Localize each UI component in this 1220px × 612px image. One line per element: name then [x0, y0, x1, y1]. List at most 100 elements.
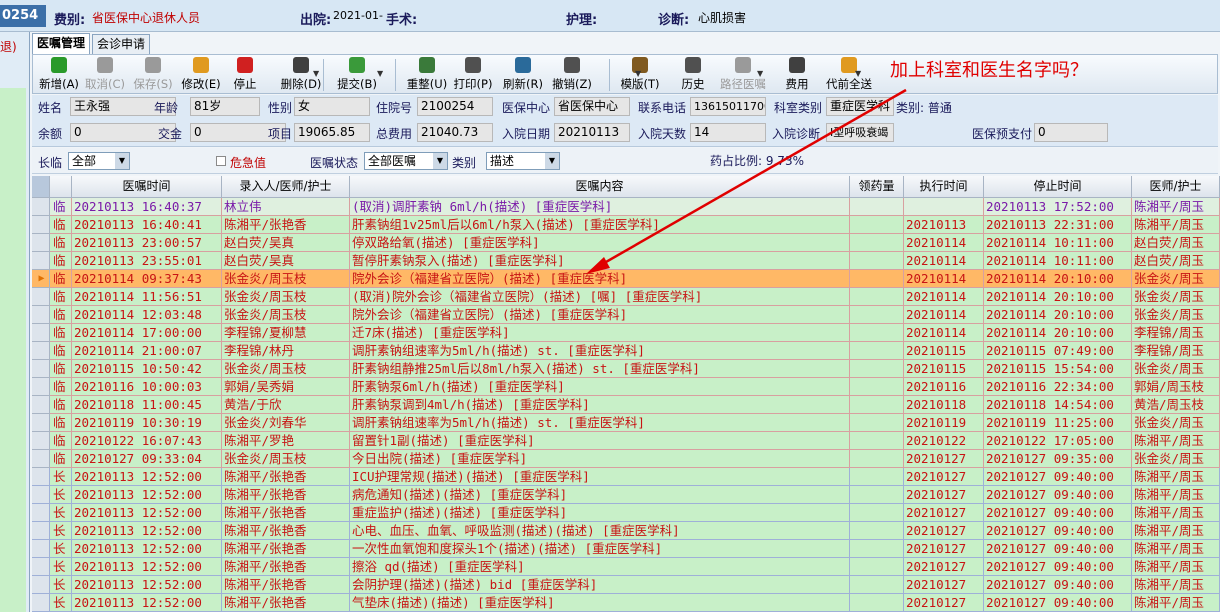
cell-stop: 20210122 17:05:00	[984, 432, 1132, 450]
toolbar-button-6[interactable]: 提交(B)	[335, 57, 379, 93]
table-row[interactable]: 长 20210113 12:52:00 陈湘平/张艳香 会阴护理(描述)(描述) bi…	[32, 576, 1220, 594]
cell-time: 20210113 12:52:00	[72, 504, 222, 522]
cell-time: 20210114 21:00:07	[72, 342, 222, 360]
toolbar-button-8[interactable]: 打印(P)	[451, 57, 495, 93]
cell-entry: 陈湘平/罗艳	[222, 432, 350, 450]
table-row[interactable]: 临 20210114 21:00:07 李程锦/林丹 调肝素钠组速率为5ml/h(描述…	[32, 342, 1220, 360]
table-row[interactable]: 长 20210113 12:52:00 陈湘平/张艳香 病危通知(描述)(描述) [重…	[32, 486, 1220, 504]
cell-exec: 20210127	[904, 558, 984, 576]
table-row[interactable]: 临 20210114 12:03:48 张金炎/周玉枝 院外会诊（福建省立医院）(描述…	[32, 306, 1220, 324]
table-row[interactable]: 长 20210113 12:52:00 陈湘平/张艳香 一次性血氧饱和度探头1个(描述…	[32, 540, 1220, 558]
cell-entry: 张金炎/周玉枝	[222, 270, 350, 288]
dept-type-label: 科室类别	[774, 101, 823, 115]
nursing-label: 护理:	[566, 13, 598, 28]
table-row[interactable]: ▶ 临 20210114 09:37:43 张金炎/周玉枝 院外会诊（福建省立医院）(描…	[32, 270, 1220, 288]
grid-header-qty[interactable]: 领药量	[850, 176, 904, 198]
table-row[interactable]: 临 20210113 16:40:41 陈湘平/张艳香 肝素钠组1v25ml后以6ml…	[32, 216, 1220, 234]
table-row[interactable]: 临 20210115 10:50:42 张金炎/周玉枝 肝素钠组静推25ml后以8ml…	[32, 360, 1220, 378]
grid-header-kind[interactable]	[50, 176, 72, 198]
type-select[interactable]: 描述 ▼	[486, 152, 560, 170]
order-status-select[interactable]: 全部医嘱 ▼	[364, 152, 448, 170]
table-row[interactable]: 临 20210116 10:00:03 郭娟/吴秀娟 肝素钠泵6ml/h(描述) [重…	[32, 378, 1220, 396]
toolbar-button-12[interactable]: 历史	[675, 57, 711, 93]
cell-entry: 陈湘平/张艳香	[222, 540, 350, 558]
cell-content: 肝素钠组静推25ml后以8ml/h泵入(描述) st. [重症医学科]	[350, 360, 850, 378]
cell-entry: 林立伟	[222, 198, 350, 216]
stop-icon	[237, 57, 253, 73]
cell-qty	[850, 198, 904, 216]
table-row[interactable]: 临 20210122 16:07:43 陈湘平/罗艳 留置针1副(描述) [重症医学科…	[32, 432, 1220, 450]
table-row[interactable]: 长 20210113 12:52:00 陈湘平/张艳香 心电、血压、血氧、呼吸监测(描…	[32, 522, 1220, 540]
cell-exec: 20210113	[904, 216, 984, 234]
toolbar-button-7[interactable]: 重整(U)	[405, 57, 449, 93]
chevron-down-icon: ▼	[433, 153, 447, 169]
row-indicator	[32, 504, 50, 522]
grid-header-exec[interactable]: 执行时间	[904, 176, 984, 198]
grid-header-stop[interactable]: 停止时间	[984, 176, 1132, 198]
grid-header-time[interactable]: 医嘱时间	[72, 176, 222, 198]
toolbar-button-10[interactable]: 撤销(Z)	[549, 57, 595, 93]
critical-checkbox[interactable]	[216, 156, 226, 166]
row-indicator	[32, 486, 50, 504]
table-row[interactable]: 临 20210113 16:40:37 林立伟 (取消)调肝素钠 6ml/h(描述) …	[32, 198, 1220, 216]
cell-entry: 陈湘平/张艳香	[222, 468, 350, 486]
table-row[interactable]: 临 20210114 11:56:51 张金炎/周玉枝 (取消)院外会诊（福建省立医院…	[32, 288, 1220, 306]
tab-order-management[interactable]: 医嘱管理	[32, 33, 90, 55]
cell-content: 肝素钠泵6ml/h(描述) [重症医学科]	[350, 378, 850, 396]
admit-date-label: 入院日期	[502, 127, 551, 141]
cell-qty	[850, 306, 904, 324]
cell-entry: 李程锦/林丹	[222, 342, 350, 360]
table-row[interactable]: 临 20210113 23:55:01 赵白荧/吴真 暂停肝素钠泵入(描述) [重症医…	[32, 252, 1220, 270]
table-row[interactable]: 长 20210113 12:52:00 陈湘平/张艳香 ICU护理常规(描述)(描述)…	[32, 468, 1220, 486]
row-indicator	[32, 198, 50, 216]
table-row[interactable]: 临 20210118 11:00:45 黄浩/于欣 肝素钠泵调到4ml/h(描述) […	[32, 396, 1220, 414]
toolbar-button-3[interactable]: 修改(E)	[179, 57, 223, 93]
toolbar-button-2[interactable]: 保存(S)	[131, 57, 175, 93]
toolbar-button-label: 撤销(Z)	[552, 77, 592, 91]
dropdown-arrow-icon[interactable]: ▼	[757, 69, 763, 78]
grid-header-content[interactable]: 医嘱内容	[350, 176, 850, 198]
toolbar-button-label: 历史	[681, 77, 705, 91]
table-row[interactable]: 临 20210114 17:00:00 李程锦/夏柳慧 迁7床(描述) [重症医学科]…	[32, 324, 1220, 342]
cell-qty	[850, 234, 904, 252]
cell-exec: 20210127	[904, 522, 984, 540]
tab-consultation[interactable]: 会诊申请	[92, 34, 150, 54]
cell-content: 气垫床(描述)(描述) [重症医学科]	[350, 594, 850, 612]
table-row[interactable]: 临 20210119 10:30:19 张金炎/刘春华 调肝素钠组速率为5ml/h(描…	[32, 414, 1220, 432]
row-indicator	[32, 522, 50, 540]
toolbar-button-14[interactable]: 费用	[777, 57, 817, 93]
cell-exec: 20210127	[904, 594, 984, 612]
critical-label: 危急值	[230, 156, 267, 170]
table-row[interactable]: 临 20210127 09:33:04 张金炎/周玉枝 今日出院(描述) [重症医学科…	[32, 450, 1220, 468]
table-row[interactable]: 长 20210113 12:52:00 陈湘平/张艳香 气垫床(描述)(描述) [重症…	[32, 594, 1220, 612]
grid-header-entry[interactable]: 录入人/医师/护士	[222, 176, 350, 198]
cell-stop: 20210115 07:49:00	[984, 342, 1132, 360]
cell-entry: 李程锦/夏柳慧	[222, 324, 350, 342]
toolbar-button-15[interactable]: 代前全送	[823, 57, 875, 93]
long-term-select[interactable]: 全部 ▼	[68, 152, 130, 170]
cell-time: 20210116 10:00:03	[72, 378, 222, 396]
cell-time: 20210115 10:50:42	[72, 360, 222, 378]
table-row[interactable]: 临 20210113 23:00:57 赵白荧/吴真 停双路给氧(描述) [重症医学科…	[32, 234, 1220, 252]
table-row[interactable]: 长 20210113 12:52:00 陈湘平/张艳香 重症监护(描述)(描述) [重…	[32, 504, 1220, 522]
toolbar-button-9[interactable]: 刷新(R)	[501, 57, 545, 93]
dropdown-arrow-icon[interactable]: ▼	[313, 69, 319, 78]
cell-stop: 20210127 09:35:00	[984, 450, 1132, 468]
cell-content: 调肝素钠组速率为5ml/h(描述) st. [重症医学科]	[350, 414, 850, 432]
grid-header-doctor[interactable]: 医师/护士	[1132, 176, 1220, 198]
dropdown-arrow-icon[interactable]: ▼	[855, 69, 861, 78]
toolbar-button-label: 取消(C)	[84, 77, 125, 91]
toolbar-button-label: 刷新(R)	[503, 77, 543, 91]
item-label: 项目	[268, 127, 293, 141]
toolbar-button-0[interactable]: 新增(A)	[39, 57, 79, 93]
left-red-tag[interactable]: 退)	[0, 38, 17, 55]
dropdown-arrow-icon[interactable]: ▼	[377, 69, 383, 78]
dropdown-arrow-icon[interactable]: ▼	[635, 69, 641, 78]
toolbar-button-4[interactable]: 停止	[227, 57, 263, 93]
grid-header-indicator[interactable]	[32, 176, 50, 198]
toolbar-button-1[interactable]: 取消(C)	[83, 57, 127, 93]
days-field: 14	[690, 123, 766, 142]
cell-time: 20210113 16:40:41	[72, 216, 222, 234]
cell-stop: 20210114 20:10:00	[984, 324, 1132, 342]
table-row[interactable]: 长 20210113 12:52:00 陈湘平/张艳香 擦浴 qd(描述) [重症医学…	[32, 558, 1220, 576]
